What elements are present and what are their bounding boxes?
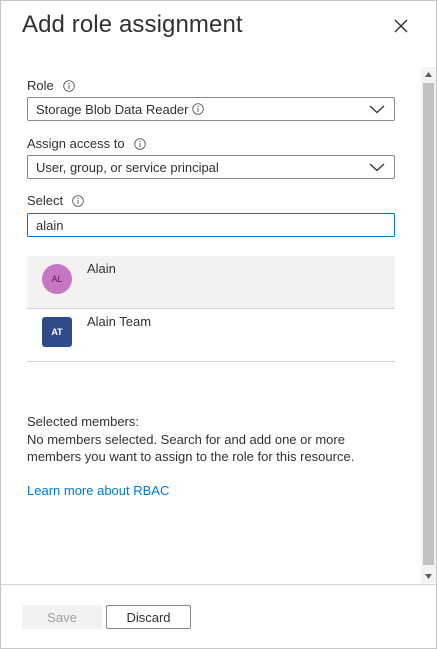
select-label: Select <box>27 193 64 208</box>
save-button[interactable]: Save <box>22 605 102 629</box>
scrollbar-thumb[interactable] <box>423 83 434 565</box>
result-item-alain[interactable]: AL Alain <box>27 256 395 309</box>
learn-more-rbac-link[interactable]: Learn more about RBAC <box>27 483 169 498</box>
close-icon[interactable] <box>390 15 412 37</box>
selected-members-description: No members selected. Search for and add … <box>27 432 355 464</box>
scroll-up-button[interactable] <box>421 67 436 81</box>
footer-divider <box>1 584 436 585</box>
result-name: Alain Team <box>87 314 152 329</box>
result-item-alain-team[interactable]: AT Alain Team <box>27 309 395 362</box>
assign-access-label: Assign access to <box>27 136 125 151</box>
selected-members-heading: Selected members: <box>27 414 139 429</box>
info-icon[interactable] <box>192 103 205 115</box>
avatar: AL <box>42 264 72 294</box>
close-button[interactable] <box>390 15 412 37</box>
assign-access-label-row: Assign access to <box>27 136 146 151</box>
discard-button[interactable]: Discard <box>106 605 191 629</box>
role-value: Storage Blob Data Reader <box>36 101 189 117</box>
info-icon[interactable] <box>133 137 146 150</box>
avatar: AT <box>42 317 72 347</box>
info-icon[interactable] <box>72 194 84 207</box>
panel-title: Add role assignment <box>22 11 243 38</box>
chevron-down-icon <box>369 105 385 114</box>
assign-access-dropdown[interactable]: User, group, or service principal <box>27 155 395 179</box>
member-search-input[interactable] <box>27 213 395 237</box>
assign-access-value: User, group, or service principal <box>36 159 219 175</box>
result-name: Alain <box>87 261 116 276</box>
chevron-down-icon <box>369 163 385 172</box>
select-label-row: Select <box>27 193 84 208</box>
role-dropdown[interactable]: Storage Blob Data Reader <box>27 97 395 121</box>
triangle-up-icon <box>425 71 432 77</box>
scrollbar[interactable] <box>421 67 436 583</box>
info-icon[interactable] <box>62 79 75 92</box>
role-label-row: Role <box>27 78 75 93</box>
role-dropdown-value: Storage Blob Data Reader <box>36 102 369 117</box>
add-role-assignment-panel: Add role assignment Role Storage Blob Da… <box>0 0 437 649</box>
scroll-down-button[interactable] <box>421 569 436 583</box>
role-label: Role <box>27 78 54 93</box>
triangle-down-icon <box>425 573 432 579</box>
